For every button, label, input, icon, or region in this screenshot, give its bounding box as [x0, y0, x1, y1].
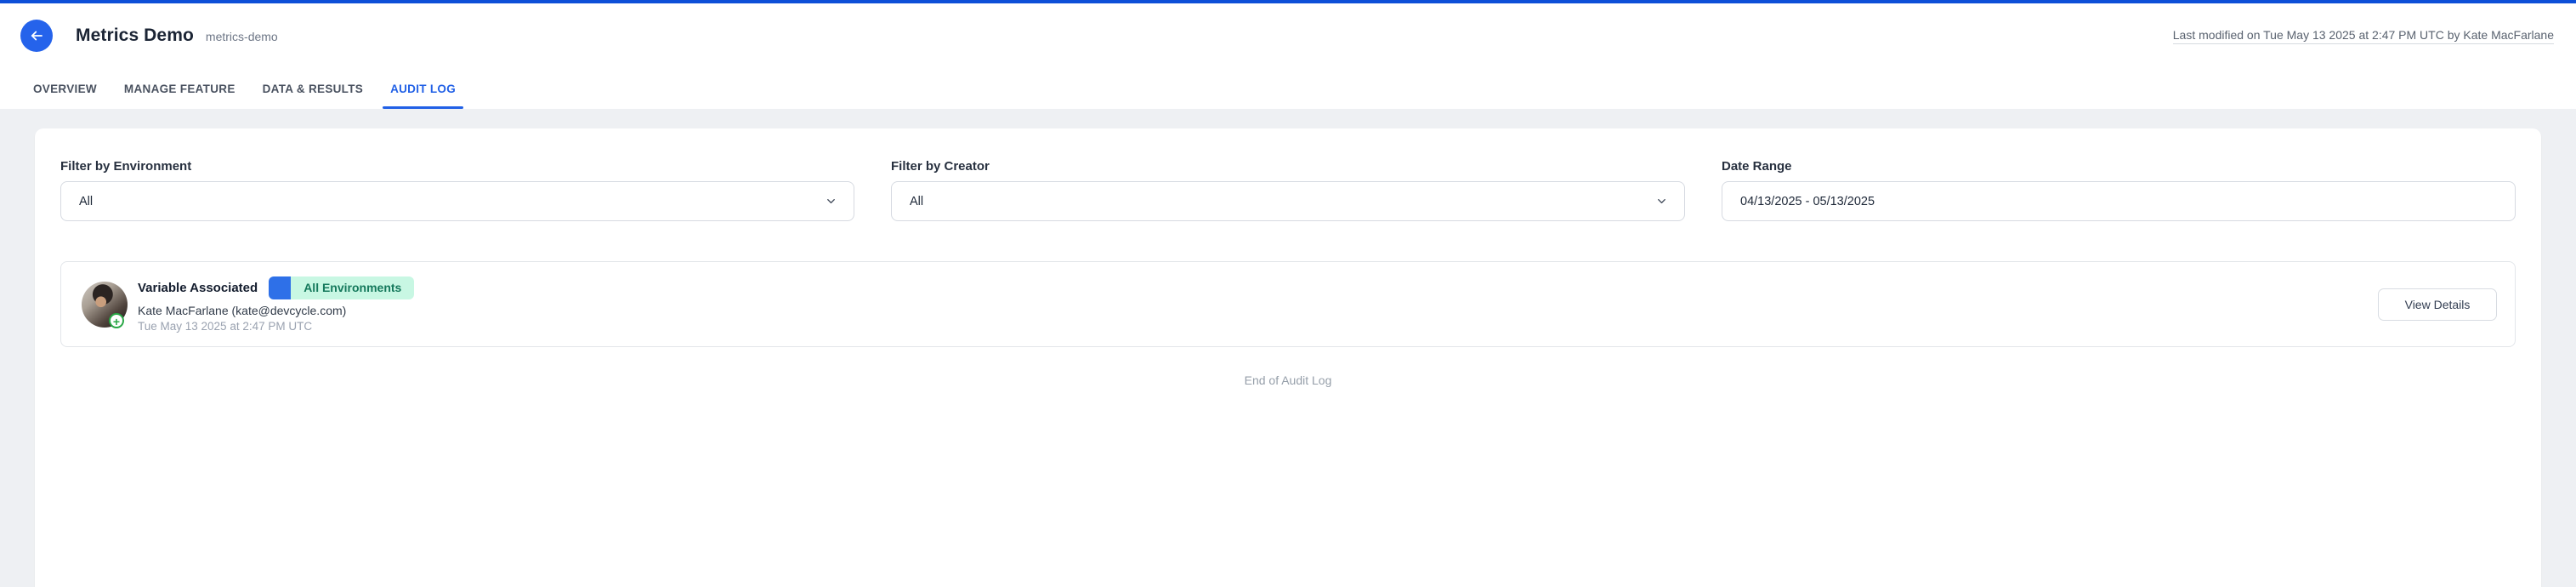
title-group: Metrics Demo metrics-demo	[76, 26, 278, 46]
entry-action-title: Variable Associated	[138, 281, 258, 295]
page-header: Metrics Demo metrics-demo Last modified …	[0, 3, 2576, 68]
tab-audit-log[interactable]: AUDIT LOG	[390, 68, 456, 109]
tab-overview[interactable]: OVERVIEW	[33, 68, 97, 109]
filters-row: Filter by Environment All Filter by Crea…	[60, 159, 2516, 221]
creator-filter-value: All	[910, 195, 923, 208]
end-of-audit-log-text: End of Audit Log	[60, 373, 2516, 387]
creator-filter-label: Filter by Creator	[891, 159, 1685, 174]
feature-key: metrics-demo	[206, 30, 278, 43]
environment-filter-select[interactable]: All	[60, 181, 854, 221]
chevron-down-icon	[825, 195, 837, 208]
last-modified-text: Last modified on Tue May 13 2025 at 2:47…	[2173, 28, 2554, 44]
environment-filter-value: All	[79, 195, 93, 208]
page-title: Metrics Demo	[76, 26, 194, 46]
creator-filter-select[interactable]: All	[891, 181, 1685, 221]
date-range-label: Date Range	[1722, 159, 2516, 174]
environment-filter-label: Filter by Environment	[60, 159, 854, 174]
tab-manage-feature[interactable]: MANAGE FEATURE	[124, 68, 235, 109]
environment-badge: All Environments	[269, 276, 414, 299]
entry-timestamp: Tue May 13 2025 at 2:47 PM UTC	[138, 320, 414, 333]
environment-badge-label: All Environments	[291, 276, 414, 299]
content-area: Filter by Environment All Filter by Crea…	[0, 109, 2576, 587]
avatar: +	[82, 282, 128, 328]
tab-data-results[interactable]: DATA & RESULTS	[263, 68, 363, 109]
environment-color-chip	[269, 276, 291, 299]
arrow-left-icon	[29, 28, 44, 43]
creator-filter-group: Filter by Creator All	[891, 159, 1685, 221]
audit-log-panel: Filter by Environment All Filter by Crea…	[35, 128, 2541, 587]
date-range-group: Date Range	[1722, 159, 2516, 221]
environment-filter-group: Filter by Environment All	[60, 159, 854, 221]
back-button[interactable]	[20, 20, 53, 52]
tab-bar: OVERVIEW MANAGE FEATURE DATA & RESULTS A…	[0, 68, 2576, 109]
entry-text-block: Variable Associated All Environments Kat…	[138, 276, 414, 333]
audit-log-entry: + Variable Associated All Environments K…	[60, 261, 2516, 347]
entry-author: Kate MacFarlane (kate@devcycle.com)	[138, 304, 414, 317]
plus-icon: +	[109, 313, 124, 328]
chevron-down-icon	[1655, 195, 1668, 208]
date-range-input[interactable]	[1722, 181, 2516, 221]
view-details-button[interactable]: View Details	[2378, 288, 2497, 321]
entry-title-row: Variable Associated All Environments	[138, 276, 414, 299]
